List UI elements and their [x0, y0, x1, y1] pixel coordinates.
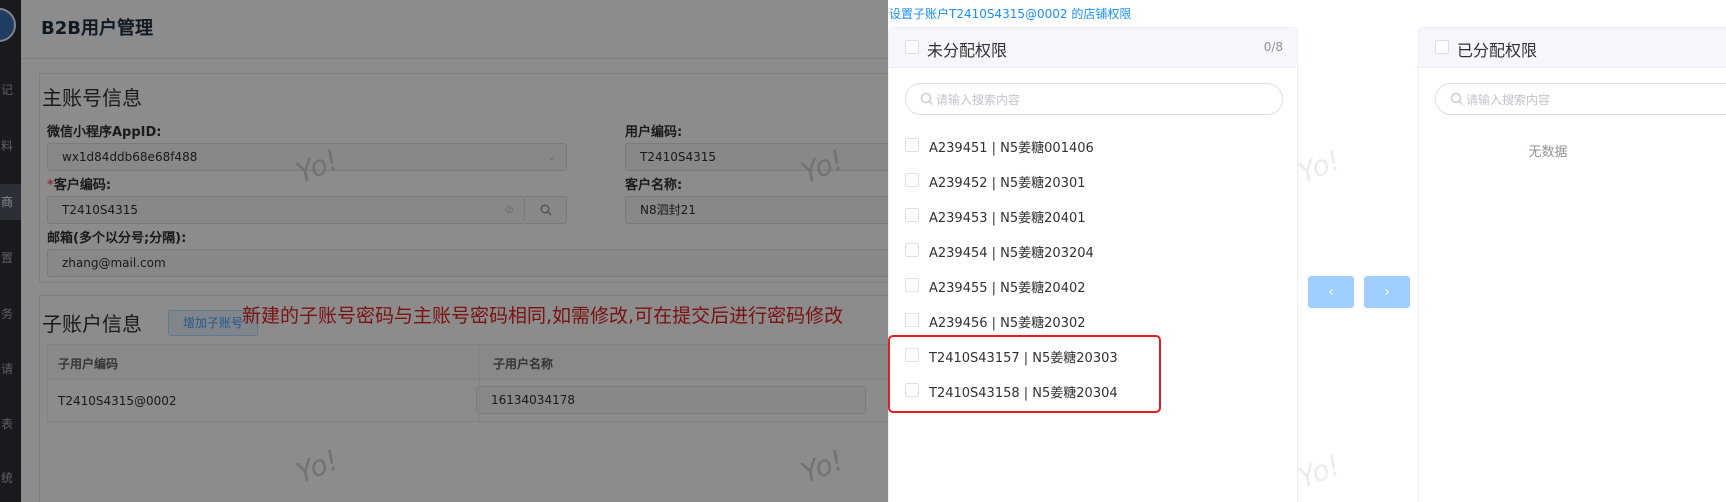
unassigned-panel-header: 未分配权限 0/8 [889, 28, 1297, 68]
list-item[interactable]: A239456 | N5姜糖20302 [889, 303, 1297, 338]
item-checkbox[interactable] [905, 173, 919, 187]
item-checkbox[interactable] [905, 138, 919, 152]
search-icon [1450, 92, 1463, 105]
unassigned-panel: 未分配权限 0/8 请输入搜索内容 A239451 | N5姜糖001406 A… [888, 27, 1298, 502]
assigned-title: 已分配权限 [1457, 41, 1538, 60]
assigned-panel-header: 已分配权限 [1419, 28, 1726, 68]
item-checkbox[interactable] [905, 208, 919, 222]
item-label: A239454 | N5姜糖203204 [929, 246, 1094, 261]
list-item[interactable]: A239455 | N5姜糖20402 [889, 268, 1297, 303]
drawer-title: 设置子账户T2410S4315@0002 的店铺权限 [889, 7, 1132, 21]
search-placeholder: 请输入搜索内容 [936, 93, 1021, 107]
screen: 记 料 商 置 务 请 表 统 B2B用户管理 主账号信息 微信小程序AppID… [0, 0, 1726, 502]
select-all-checkbox[interactable] [905, 40, 919, 54]
unassigned-title: 未分配权限 [927, 41, 1008, 60]
select-all-checkbox[interactable] [1435, 40, 1449, 54]
search-icon [920, 92, 933, 105]
list-item[interactable]: A239454 | N5姜糖203204 [889, 233, 1297, 268]
item-label: A239455 | N5姜糖20402 [929, 281, 1086, 296]
permission-drawer: 设置子账户T2410S4315@0002 的店铺权限 未分配权限 0/8 请输入… [888, 0, 1726, 502]
item-checkbox[interactable] [905, 278, 919, 292]
item-label: A239451 | N5姜糖001406 [929, 141, 1094, 156]
unassigned-count: 0/8 [1263, 40, 1283, 54]
watermark: Yo! [1293, 143, 1346, 190]
move-right-button[interactable]: › [1364, 276, 1410, 308]
list-item[interactable]: A239453 | N5姜糖20401 [889, 198, 1297, 233]
item-label: A239453 | N5姜糖20401 [929, 211, 1086, 226]
item-label: A239456 | N5姜糖20302 [929, 316, 1086, 331]
search-placeholder: 请输入搜索内容 [1466, 93, 1551, 107]
assigned-panel: 已分配权限 请输入搜索内容 无数据 [1418, 27, 1726, 502]
watermark: Yo! [1293, 448, 1346, 495]
move-left-button[interactable]: ‹ [1308, 276, 1354, 308]
item-checkbox[interactable] [905, 313, 919, 327]
unassigned-search-input[interactable]: 请输入搜索内容 [905, 83, 1283, 115]
list-item[interactable]: A239452 | N5姜糖20301 [889, 163, 1297, 198]
item-checkbox[interactable] [905, 243, 919, 257]
empty-text: 无数据 [1528, 145, 1568, 160]
highlight-box [888, 335, 1161, 413]
list-item[interactable]: A239451 | N5姜糖001406 [889, 128, 1297, 163]
item-label: A239452 | N5姜糖20301 [929, 176, 1086, 191]
assigned-search-input[interactable]: 请输入搜索内容 [1435, 83, 1726, 115]
